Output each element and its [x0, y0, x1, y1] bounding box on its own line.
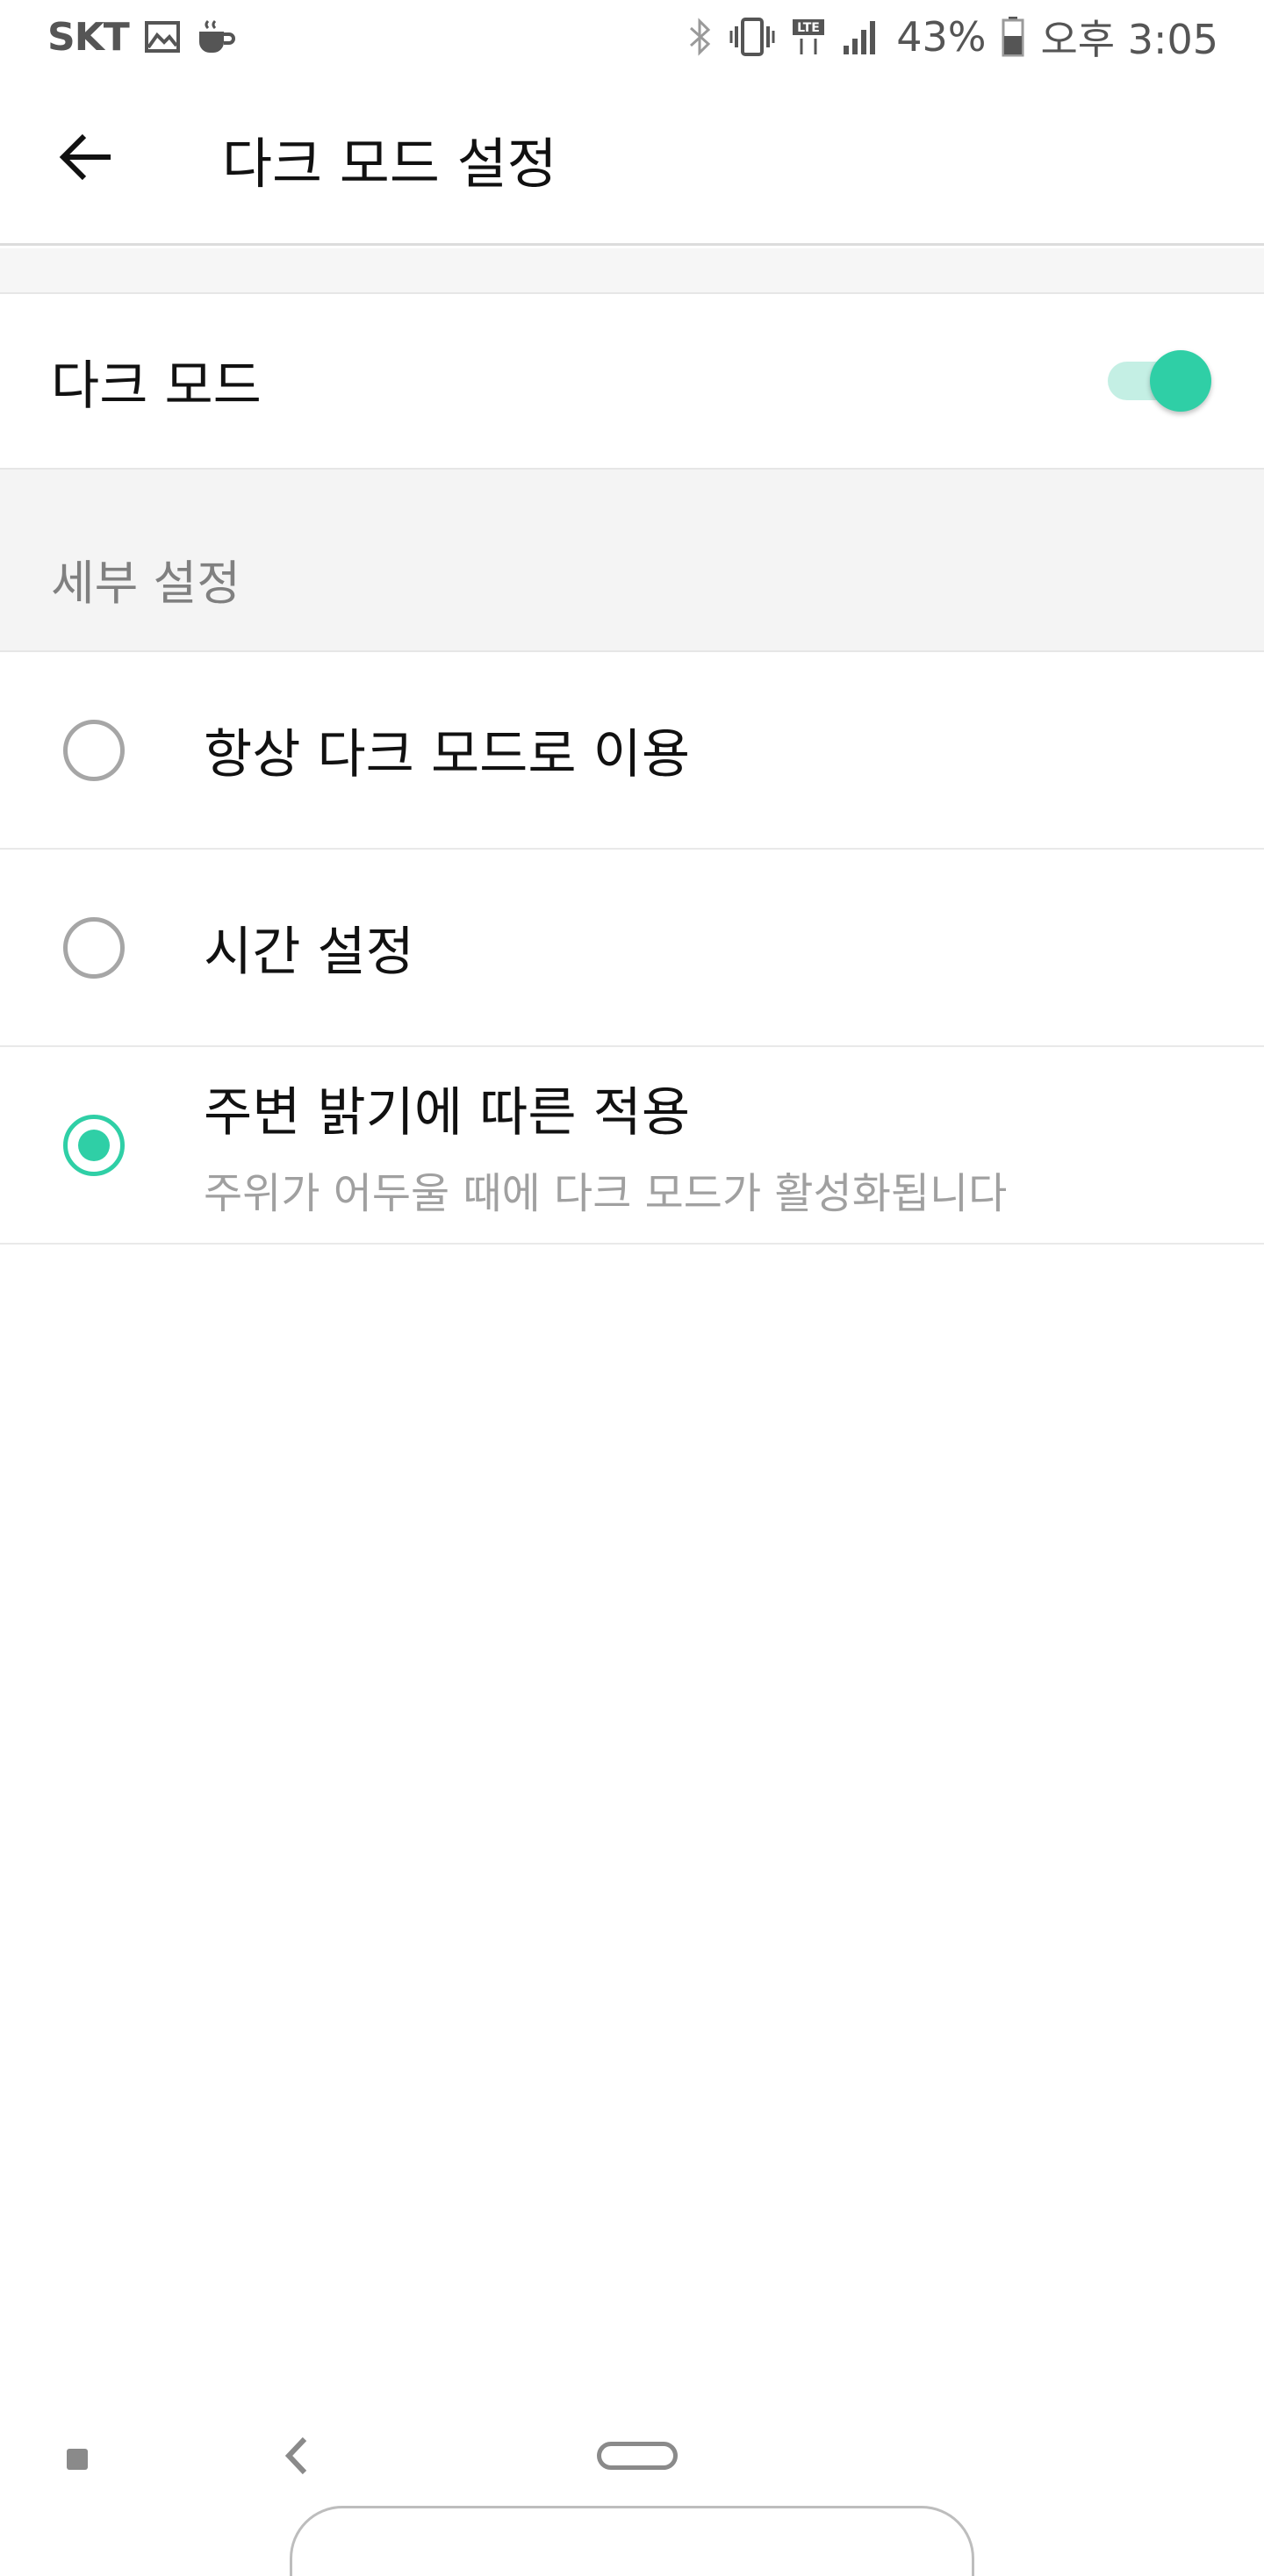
option-text: 항상 다크 모드로 이용 — [204, 712, 690, 788]
carrier-name: SKT — [47, 14, 130, 60]
radio-button-selected[interactable] — [63, 1114, 125, 1176]
radio-button[interactable] — [63, 719, 125, 781]
app-bar: 다크 모드 설정 — [0, 74, 1264, 246]
option-text: 주변 밝기에 따른 적용 주위가 어두울 때에 다크 모드가 활성화됩니다 — [204, 1070, 1007, 1220]
recent-apps-icon[interactable] — [67, 2449, 88, 2470]
status-bar-left: SKT — [47, 15, 236, 60]
bluetooth-icon — [687, 18, 714, 56]
section-title: 세부 설정 — [51, 556, 241, 611]
clock: 오후 3:05 — [1040, 16, 1218, 63]
signal-icon — [842, 18, 880, 56]
back-button[interactable] — [42, 115, 130, 203]
bottom-handle — [290, 2506, 974, 2576]
svg-text:LTE: LTE — [797, 21, 820, 35]
back-icon[interactable] — [279, 2434, 314, 2478]
battery-percent: 43% — [896, 13, 987, 61]
header-divider — [0, 248, 1264, 294]
dark-mode-switch[interactable] — [1108, 350, 1213, 412]
navigation-bar — [0, 2409, 1264, 2576]
option-label: 시간 설정 — [204, 922, 414, 983]
dark-mode-label: 다크 모드 — [51, 355, 262, 417]
radio-button[interactable] — [63, 916, 125, 979]
option-ambient-light[interactable]: 주변 밝기에 따른 적용 주위가 어두울 때에 다크 모드가 활성화됩니다 — [0, 1047, 1264, 1245]
switch-thumb — [1150, 350, 1211, 412]
page-title: 다크 모드 설정 — [222, 131, 557, 196]
option-time-setting[interactable]: 시간 설정 — [0, 850, 1264, 1047]
gallery-icon — [144, 21, 180, 53]
battery-icon — [1002, 17, 1024, 57]
option-always-dark[interactable]: 항상 다크 모드로 이용 — [0, 652, 1264, 850]
lte-icon: LTE — [791, 18, 826, 56]
coffee-icon — [196, 19, 236, 54]
vibrate-icon — [729, 18, 775, 56]
status-bar: SKT LTE 43% 오후 3:05 — [0, 0, 1264, 74]
option-label: 주변 밝기에 따른 적용 — [204, 1082, 691, 1144]
dark-mode-row[interactable]: 다크 모드 — [0, 294, 1264, 470]
option-label: 항상 다크 모드로 이용 — [204, 724, 691, 786]
home-icon[interactable] — [597, 2442, 678, 2470]
option-text: 시간 설정 — [204, 909, 414, 986]
status-bar-right: LTE 43% 오후 3:05 — [687, 8, 1218, 66]
section-header: 세부 설정 — [0, 470, 1264, 652]
option-description: 주위가 어두울 때에 다크 모드가 활성화됩니다 — [204, 1169, 1008, 1218]
arrow-left-icon — [58, 133, 114, 185]
